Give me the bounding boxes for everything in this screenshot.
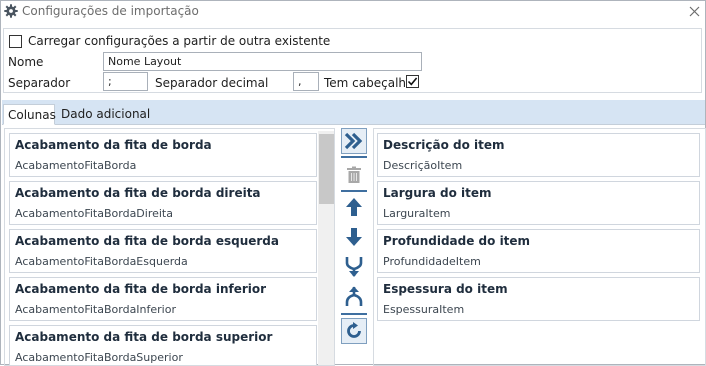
column-title: Acabamento da fita de borda superior <box>15 330 273 344</box>
window-title: Configurações de importação <box>22 4 199 18</box>
arrow-down-icon <box>346 228 362 246</box>
column-title: Largura do item <box>383 186 492 200</box>
list-item[interactable]: Largura do item LarguraItem <box>377 181 700 225</box>
move-up-button[interactable] <box>341 194 367 220</box>
close-button[interactable] <box>684 2 704 21</box>
move-down-button[interactable] <box>341 224 367 250</box>
refresh-icon <box>347 322 361 338</box>
split-button[interactable] <box>341 284 367 310</box>
list-item[interactable]: Acabamento da fita de borda superior Aca… <box>9 325 317 365</box>
available-columns-panel: Acabamento da fita de borda AcabamentoFi… <box>4 128 335 366</box>
column-title: Descrição do item <box>383 138 505 152</box>
split-icon <box>345 286 363 306</box>
list-item[interactable]: Acabamento da fita de borda inferior Aca… <box>9 277 317 321</box>
column-field: ProfundidadeItem <box>383 255 481 268</box>
decimal-separator-input[interactable]: , <box>293 72 319 91</box>
column-field: LarguraItem <box>383 207 451 220</box>
list-item[interactable]: Descrição do item DescriçãoItem <box>377 133 700 177</box>
column-title: Profundidade do item <box>383 234 531 248</box>
separator-input[interactable]: ; <box>103 72 148 91</box>
decimal-separator-label: Separador decimal <box>155 76 269 90</box>
load-existing-checkbox[interactable] <box>9 35 22 48</box>
list-item[interactable]: Acabamento da fita de borda esquerda Aca… <box>9 229 317 273</box>
list-item[interactable]: Profundidade do item ProfundidadeItem <box>377 229 700 273</box>
name-label: Nome <box>8 55 44 69</box>
config-group: Carregar configurações a partir de outra… <box>3 28 702 93</box>
column-title: Acabamento da fita de borda direita <box>15 186 261 200</box>
column-title: Acabamento da fita de borda inferior <box>15 282 267 296</box>
delete-button[interactable] <box>341 162 367 188</box>
merge-button[interactable] <box>341 254 367 280</box>
scrollbar-thumb[interactable] <box>319 134 334 204</box>
merge-icon <box>345 257 363 277</box>
checkmark-icon <box>407 77 418 86</box>
separator-label: Separador <box>8 76 71 90</box>
has-header-checkbox[interactable] <box>406 75 419 88</box>
double-chevron-right-icon <box>344 132 363 150</box>
selected-columns-panel: Descrição do item DescriçãoItem Largura … <box>373 128 706 366</box>
vertical-scrollbar[interactable] <box>318 131 334 365</box>
toolbar-separator <box>341 156 367 158</box>
toolbar-separator <box>341 313 367 315</box>
arrow-up-icon <box>346 198 362 216</box>
list-item[interactable]: Espessura do item EspessuraItem <box>377 277 700 321</box>
tab-additional-data[interactable]: Dado adicional <box>57 104 154 125</box>
list-item[interactable]: Acabamento da fita de borda direita Acab… <box>9 181 317 225</box>
header-label: Tem cabeçalho <box>324 76 414 90</box>
column-field: AcabamentoFitaBordaDireita <box>15 207 173 220</box>
list-item[interactable]: Acabamento da fita de borda AcabamentoFi… <box>9 133 317 177</box>
column-title: Acabamento da fita de borda <box>15 138 212 152</box>
import-settings-window: Configurações de importação Carregar con… <box>0 0 706 366</box>
column-field: EspessuraItem <box>383 303 465 316</box>
column-field: AcabamentoFitaBordaInferior <box>15 303 176 316</box>
tab-strip: Colunas Dado adicional <box>2 100 705 125</box>
refresh-button[interactable] <box>341 318 367 344</box>
close-icon <box>689 6 699 17</box>
load-existing-label: Carregar configurações a partir de outra… <box>28 34 331 48</box>
column-field: AcabamentoFitaBordaEsquerda <box>15 255 188 268</box>
column-title: Acabamento da fita de borda esquerda <box>15 234 279 248</box>
gear-icon <box>4 4 18 18</box>
column-field: AcabamentoFitaBordaSuperior <box>15 351 183 364</box>
toolbar-separator <box>341 190 367 192</box>
tab-columns[interactable]: Colunas <box>3 104 56 125</box>
column-field: DescriçãoItem <box>383 159 463 172</box>
column-title: Espessura do item <box>383 282 508 296</box>
title-bar: Configurações de importação <box>1 1 705 23</box>
add-all-button[interactable] <box>341 128 367 154</box>
column-field: AcabamentoFitaBorda <box>15 159 137 172</box>
name-input[interactable]: Nome Layout <box>103 52 422 71</box>
trash-icon <box>347 166 361 183</box>
